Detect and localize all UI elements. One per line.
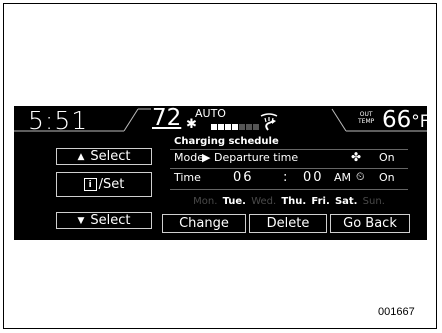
select-down-label: Select (90, 213, 131, 228)
mode-value: ▶ Departure time (202, 151, 298, 164)
fan-level-bar (211, 124, 259, 130)
climate-mode: AUTO (195, 107, 226, 120)
change-button[interactable]: Change (162, 214, 246, 233)
divider (170, 168, 408, 169)
select-down-button[interactable]: ▼ Select (56, 212, 152, 229)
figure-code: 001667 (378, 306, 415, 318)
info-set-label: /Set (98, 177, 125, 192)
divider (170, 189, 408, 190)
set-temperature: 72 (152, 106, 182, 131)
triangle-down-icon: ▼ (77, 215, 85, 226)
triangle-up-icon: ▲ (77, 151, 85, 162)
select-up-button[interactable]: ▲ Select (56, 148, 152, 165)
select-up-label: Select (90, 149, 131, 164)
mode-on-status: On (379, 151, 395, 164)
fan-level-segment (211, 124, 217, 130)
delete-button[interactable]: Delete (249, 214, 327, 233)
time-row[interactable]: Time 06 : 00 AM ⏲ On (170, 170, 408, 187)
outside-label-out: OUT (359, 111, 373, 118)
day-sat[interactable]: Sat. (335, 196, 358, 207)
go-back-button[interactable]: Go Back (330, 214, 410, 233)
outside-temp-label: OUT TEMP (358, 111, 374, 125)
defrost-airflow-icon (256, 112, 282, 136)
outside-temp-unit: °F (411, 112, 427, 132)
day-mon[interactable]: Mon. (193, 196, 217, 207)
fan-level-segment (239, 124, 245, 130)
outside-temperature: 66°F (382, 107, 427, 135)
time-minute[interactable]: 00 (303, 170, 324, 185)
info-set-button[interactable]: i /Set (56, 172, 152, 197)
outside-temp-value: 66 (382, 107, 412, 133)
status-bar: 5:51 72 ✱ AUTO OUT TEMP 66°F (14, 106, 427, 136)
day-thu[interactable]: Thu. (281, 196, 306, 207)
play-arrow-icon: ▶ (202, 151, 211, 164)
day-sun[interactable]: Sun. (363, 196, 385, 207)
mode-value-text: Departure time (213, 151, 299, 164)
mode-row[interactable]: Mode ▶ Departure time ✤ On (170, 150, 408, 167)
time-colon: : (283, 170, 288, 185)
timer-icon: ⏲ (356, 170, 365, 183)
fan-icon: ✤ (351, 150, 362, 164)
fan-level-segment (232, 124, 238, 130)
fan-level-segment (225, 124, 231, 130)
day-tue[interactable]: Tue. (223, 196, 246, 207)
fan-level-segment (246, 124, 252, 130)
clock-time: 5:51 (28, 106, 89, 135)
day-wed[interactable]: Wed. (251, 196, 276, 207)
weekday-selector[interactable]: Mon. Tue. Wed. Thu. Fri. Sat. Sun. (170, 196, 408, 207)
fan-level-segment (218, 124, 224, 130)
time-on-status: On (379, 171, 395, 184)
time-key: Time (174, 171, 201, 184)
mode-key: Mode (174, 151, 204, 164)
display-screen: 5:51 72 ✱ AUTO OUT TEMP 66°F ▲ Select i … (14, 106, 427, 240)
day-fri[interactable]: Fri. (311, 196, 329, 207)
time-hour[interactable]: 06 (233, 170, 254, 185)
time-ampm[interactable]: AM (334, 171, 351, 184)
schedule-title: Charging schedule (174, 136, 279, 147)
info-icon: i (83, 178, 97, 191)
outside-label-temp: TEMP (358, 118, 375, 125)
